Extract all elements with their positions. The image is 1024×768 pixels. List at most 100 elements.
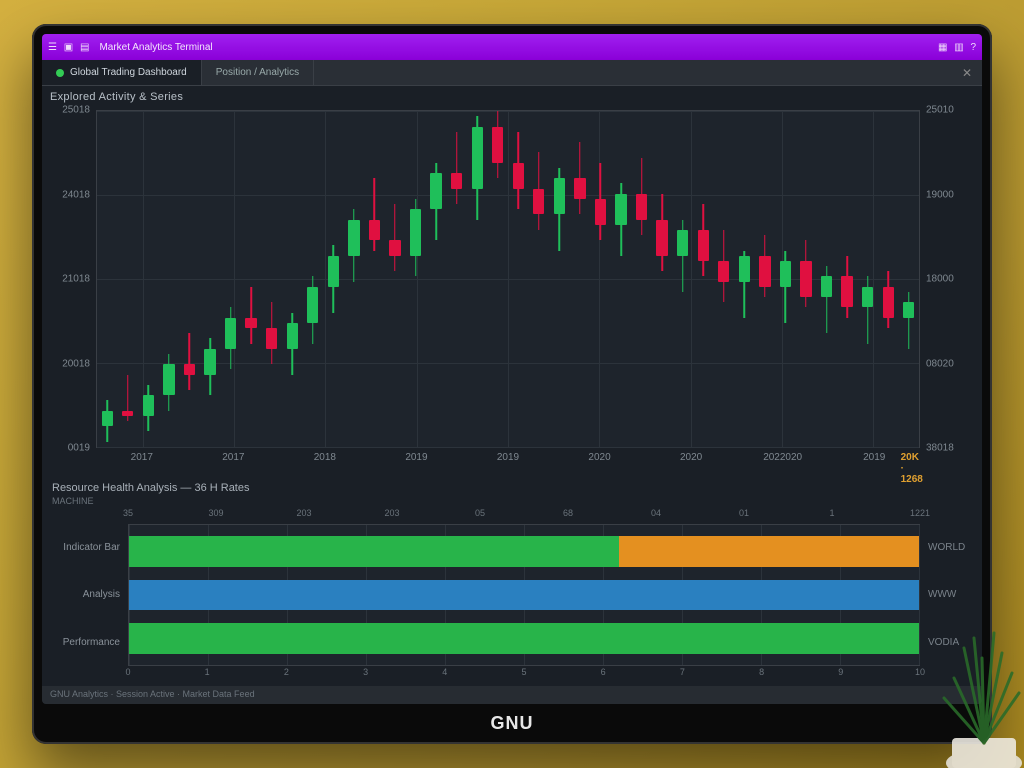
- lower-bars-area[interactable]: [128, 524, 920, 666]
- candle: [410, 111, 421, 447]
- candle: [554, 111, 565, 447]
- candle: [698, 111, 709, 447]
- lower-axis-bottom: 012345678910: [128, 666, 920, 682]
- category-label: Analysis: [42, 589, 120, 600]
- y-tick-label: 21018: [62, 274, 90, 285]
- candle: [903, 111, 914, 447]
- x-tick-label: 2018: [314, 452, 336, 463]
- candle: [328, 111, 339, 447]
- y-right-label: 08020: [926, 358, 954, 369]
- tick-label: 6: [601, 667, 606, 677]
- grid-icon[interactable]: ▦: [938, 42, 947, 53]
- candle: [184, 111, 195, 447]
- candle: [636, 111, 647, 447]
- bar-segment: [129, 580, 919, 611]
- candle: [225, 111, 236, 447]
- candle: [533, 111, 544, 447]
- tick-label: 4: [442, 667, 447, 677]
- resource-bars-panel: 353092032030568040111221 Indicator BarAn…: [42, 506, 982, 686]
- tick-label: 9: [838, 667, 843, 677]
- candle: [163, 111, 174, 447]
- x-tick-label: 2019: [405, 452, 427, 463]
- candle: [739, 111, 750, 447]
- tick-label: 05: [475, 508, 485, 518]
- candle: [595, 111, 606, 447]
- tick-label: 8: [759, 667, 764, 677]
- candle: [472, 111, 483, 447]
- candle: [287, 111, 298, 447]
- tick-label: 01: [739, 508, 749, 518]
- titlebar: ☰ ▣ ▤ Market Analytics Terminal ▦ ▥ ?: [42, 34, 982, 60]
- tick-label: 5: [521, 667, 526, 677]
- candle: [656, 111, 667, 447]
- candle: [862, 111, 873, 447]
- tab-analytics[interactable]: Position / Analytics: [202, 60, 314, 85]
- candle: [883, 111, 894, 447]
- app-icon[interactable]: ▣: [64, 42, 73, 53]
- tab-dashboard[interactable]: Global Trading Dashboard: [42, 60, 202, 85]
- x-tick-label: 2022020: [763, 452, 802, 463]
- category-label: Performance: [42, 637, 120, 648]
- y-right-label: 19000: [926, 189, 954, 200]
- category-label: Indicator Bar: [42, 542, 120, 553]
- candle: [677, 111, 688, 447]
- candle: [102, 111, 113, 447]
- tick-label: 309: [208, 508, 223, 518]
- status-dot-icon: [56, 69, 64, 77]
- lower-right-labels: WORLDWWWVODIA: [920, 524, 982, 666]
- candle: [307, 111, 318, 447]
- candle: [513, 111, 524, 447]
- menu-icon[interactable]: ☰: [48, 42, 57, 53]
- candlestick-chart: Explored Activity & Series 2501824018210…: [42, 86, 982, 476]
- x-tick-label: 2017: [131, 452, 153, 463]
- chart-plot-area[interactable]: [96, 110, 920, 448]
- window-title: Market Analytics Terminal: [99, 42, 212, 53]
- help-icon[interactable]: ?: [970, 42, 976, 53]
- tick-label: 10: [915, 667, 925, 677]
- tick-label: 203: [296, 508, 311, 518]
- x-tick-label: 2019: [863, 452, 885, 463]
- candle: [348, 111, 359, 447]
- y-tick-label: 25018: [62, 105, 90, 116]
- tick-label: 1221: [910, 508, 930, 518]
- x-tick-label: 2020: [588, 452, 610, 463]
- y-tick-label: 0019: [68, 443, 90, 454]
- y-tick-label: 20018: [62, 358, 90, 369]
- candle: [759, 111, 770, 447]
- monitor-frame: GNU ☰ ▣ ▤ Market Analytics Terminal ▦ ▥ …: [32, 24, 992, 744]
- y-axis-left: 250182401821018200180019: [42, 110, 96, 448]
- x-axis: 2017201720182019201920202020202202020192…: [96, 448, 920, 476]
- close-tab-button[interactable]: ✕: [952, 60, 982, 85]
- tab-label: Position / Analytics: [216, 67, 299, 78]
- candle: [245, 111, 256, 447]
- y-right-label: 18000: [926, 274, 954, 285]
- tick-label: 0: [125, 667, 130, 677]
- app-icon[interactable]: ▤: [80, 42, 89, 53]
- candle: [204, 111, 215, 447]
- x-tick-label: 2019: [497, 452, 519, 463]
- candle: [821, 111, 832, 447]
- lower-categories: Indicator Bar Analysis Performance: [42, 524, 128, 666]
- tick-label: 203: [384, 508, 399, 518]
- candle: [841, 111, 852, 447]
- y-axis-right: 2501019000180000802038018: [920, 110, 982, 448]
- status-bar: GNU Analytics · Session Active · Market …: [42, 686, 982, 704]
- candle: [451, 111, 462, 447]
- tick-label: 1: [829, 508, 834, 518]
- x-tick-current: 20K · 1268: [901, 452, 923, 485]
- tab-strip: Global Trading Dashboard Position / Anal…: [42, 60, 982, 86]
- candle: [430, 111, 441, 447]
- tick-label: 68: [563, 508, 573, 518]
- tick-label: 3: [363, 667, 368, 677]
- tick-label: 2: [284, 667, 289, 677]
- bar-right-label: VODIA: [928, 637, 982, 648]
- candle: [615, 111, 626, 447]
- bar-segment: [129, 623, 919, 654]
- titlebar-left-icons: ☰ ▣ ▤: [48, 42, 93, 53]
- app-window: ☰ ▣ ▤ Market Analytics Terminal ▦ ▥ ? Gl…: [42, 34, 982, 704]
- lower-panel-title: Resource Health Analysis — 36 H Rates MA…: [42, 476, 982, 506]
- candle: [800, 111, 811, 447]
- panel-icon[interactable]: ▥: [954, 42, 963, 53]
- x-tick-label: 2020: [680, 452, 702, 463]
- bar-segment: [129, 536, 619, 567]
